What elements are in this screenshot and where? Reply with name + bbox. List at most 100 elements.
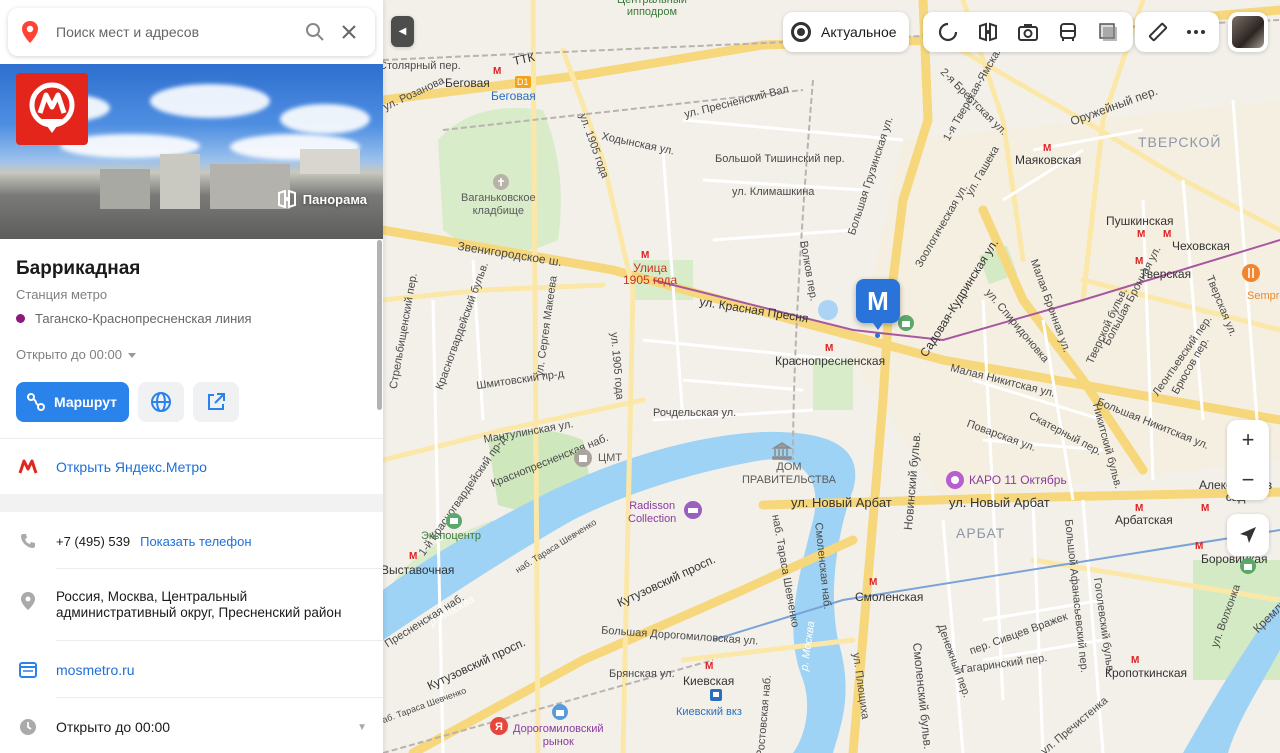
hours-row[interactable]: Открыто до 00:00 ▼ bbox=[16, 715, 367, 739]
metro-marker[interactable] bbox=[1135, 256, 1144, 267]
action-buttons: Маршрут bbox=[16, 382, 240, 422]
show-phone-link[interactable]: Показать телефон bbox=[140, 534, 251, 549]
hotel-icon[interactable] bbox=[683, 500, 703, 520]
traffic-button[interactable] bbox=[929, 14, 967, 50]
actual-button[interactable]: Актуальное bbox=[783, 12, 909, 52]
globe-icon bbox=[151, 392, 172, 412]
yandex-maps-app: Центральный ипподром ТТК Беговая Беговая… bbox=[0, 0, 1280, 753]
photo-button[interactable] bbox=[1009, 14, 1047, 50]
train-station-icon[interactable] bbox=[709, 688, 723, 702]
more-button[interactable] bbox=[1177, 14, 1215, 50]
tools-toolbar bbox=[1135, 12, 1219, 52]
website-row[interactable]: mosmetro.ru bbox=[16, 658, 135, 682]
map-label: Арбатская bbox=[1115, 513, 1173, 527]
yandex-icon[interactable]: Я bbox=[489, 716, 509, 736]
user-avatar-button[interactable] bbox=[1228, 12, 1268, 52]
business-center-icon[interactable] bbox=[573, 448, 593, 468]
metro-marker[interactable] bbox=[1163, 229, 1172, 240]
panorama-button[interactable]: Панорама bbox=[277, 190, 367, 208]
metro-marker[interactable] bbox=[1043, 143, 1052, 154]
metro-marker[interactable] bbox=[1131, 655, 1140, 666]
map-label: Смоленская bbox=[855, 590, 924, 604]
search-input[interactable] bbox=[56, 24, 295, 40]
place-title: Баррикадная bbox=[16, 258, 141, 279]
metro-marker[interactable] bbox=[825, 343, 834, 354]
map-label: Беговая bbox=[491, 89, 536, 103]
open-yandex-metro-link[interactable]: Открыть Яндекс.Метро bbox=[56, 459, 207, 475]
phone-icon bbox=[16, 529, 40, 553]
search-button[interactable] bbox=[301, 18, 329, 46]
metro-marker[interactable] bbox=[869, 577, 878, 588]
section-divider bbox=[0, 494, 383, 512]
website-button[interactable] bbox=[138, 382, 185, 422]
panel-scrollbar[interactable] bbox=[377, 240, 382, 410]
map-label: Экспоцентр bbox=[421, 530, 481, 542]
map-label: АРБАТ bbox=[956, 525, 1006, 541]
address-row[interactable]: Россия, Москва, Центральный администрати… bbox=[16, 589, 341, 621]
ruler-button[interactable] bbox=[1139, 14, 1177, 50]
zoom-in-button[interactable]: + bbox=[1227, 420, 1269, 460]
park-icon[interactable] bbox=[1239, 557, 1257, 575]
address-line-1: Россия, Москва, Центральный bbox=[56, 589, 248, 604]
cinema-icon[interactable] bbox=[945, 470, 965, 490]
metro-marker[interactable] bbox=[1137, 229, 1146, 240]
map-type-icon bbox=[1099, 23, 1117, 41]
actual-icon bbox=[791, 22, 811, 42]
map-label: ул. Климашкина bbox=[732, 186, 815, 198]
share-button[interactable] bbox=[193, 382, 240, 422]
hours-summary-label: Открыто до 00:00 bbox=[16, 347, 122, 362]
metro-marker[interactable] bbox=[493, 66, 502, 77]
restaurant-icon[interactable] bbox=[1241, 263, 1261, 283]
chevron-down-icon bbox=[127, 353, 136, 358]
collapse-panel-button[interactable]: ◀ bbox=[391, 16, 414, 47]
expocentre-icon[interactable] bbox=[445, 512, 463, 530]
metro-marker[interactable] bbox=[1135, 503, 1144, 514]
panorama-icon bbox=[277, 190, 296, 208]
metro-marker[interactable] bbox=[1201, 503, 1210, 514]
metro-line[interactable]: Таганско-Краснопресненская линия bbox=[16, 311, 252, 326]
transit-button[interactable] bbox=[1049, 14, 1087, 50]
selected-place-pin[interactable]: M bbox=[856, 279, 900, 330]
map-label: Дорогомиловский рынок bbox=[513, 723, 604, 748]
map-label: Большой Тишинский пер. bbox=[715, 153, 845, 165]
metro-marker[interactable] bbox=[409, 551, 418, 562]
hours-summary[interactable]: Открыто до 00:00 bbox=[16, 347, 136, 362]
metro-marker[interactable] bbox=[1195, 541, 1204, 552]
map-label: ЦМТ bbox=[598, 452, 623, 464]
address-line-2: административный округ, Пресненский райо… bbox=[56, 605, 342, 620]
map-label: ДОМ ПРАВИТЕЛЬСТВА bbox=[742, 461, 836, 486]
route-icon bbox=[27, 393, 45, 411]
map-label: D1 bbox=[515, 76, 531, 88]
hours-label: Открыто до 00:00 bbox=[56, 719, 171, 735]
map-label: Маяковская bbox=[1015, 153, 1082, 167]
metro-app-row[interactable]: Открыть Яндекс.Метро bbox=[16, 455, 207, 479]
map-label: Киевский вкз bbox=[676, 706, 742, 718]
metro-marker[interactable] bbox=[705, 661, 714, 672]
divider bbox=[56, 568, 383, 569]
ruler-icon bbox=[1148, 22, 1168, 42]
my-location-button[interactable] bbox=[1227, 514, 1269, 556]
metro-icon bbox=[16, 455, 40, 479]
route-button[interactable]: Маршрут bbox=[16, 382, 130, 422]
clear-search-button[interactable] bbox=[335, 18, 363, 46]
clock-icon bbox=[16, 715, 40, 739]
zoom-out-button[interactable]: − bbox=[1227, 460, 1269, 500]
map-canvas[interactable]: Центральный ипподром ТТК Беговая Беговая… bbox=[383, 0, 1280, 753]
search-icon bbox=[306, 23, 324, 41]
metro-marker[interactable] bbox=[641, 250, 650, 261]
website-link[interactable]: mosmetro.ru bbox=[56, 662, 135, 678]
svg-text:Я: Я bbox=[495, 721, 503, 733]
map-type-button[interactable] bbox=[1089, 14, 1127, 50]
divider bbox=[0, 438, 383, 439]
metro-logo-icon bbox=[29, 82, 75, 133]
selected-place-dot bbox=[875, 333, 880, 338]
cemetery-icon[interactable] bbox=[492, 173, 510, 191]
map-label: Чеховская bbox=[1172, 239, 1230, 253]
website-icon bbox=[16, 658, 40, 682]
map-label: Столярный пер. bbox=[383, 60, 461, 72]
market-icon[interactable] bbox=[551, 703, 569, 721]
search-bar bbox=[8, 8, 375, 56]
panorama-layer-button[interactable] bbox=[969, 14, 1007, 50]
phone-row: +7 (495) 539 Показать телефон bbox=[16, 529, 252, 553]
transit-icon bbox=[1060, 23, 1076, 41]
